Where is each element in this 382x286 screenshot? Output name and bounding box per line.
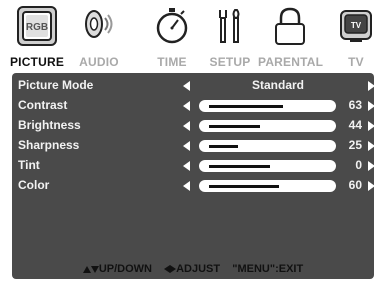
navigate-hint: UP/DOWN [98,263,152,275]
decrease-arrow-icon[interactable] [183,161,190,171]
decrease-arrow-icon[interactable] [183,121,190,131]
slider-fill [209,105,283,108]
tv-icon: TV [336,6,376,46]
tab-time[interactable]: TIME [150,0,194,72]
picture-settings-panel: Picture Mode Standard Contrast 63 Bright… [12,73,375,279]
picture-mode-value: Standard [252,78,305,92]
picture-mode-row[interactable]: Picture Mode Standard [12,76,375,96]
tab-setup[interactable]: SETUP [206,0,254,72]
contrast-row[interactable]: Contrast 63 [12,96,375,116]
color-label: Color [18,178,50,192]
tab-picture-label: PICTURE [9,55,65,69]
slider-fill [209,185,280,188]
slider-fill [209,165,270,168]
slider-fill [209,145,239,148]
tint-value: 0 [355,158,362,172]
brightness-row[interactable]: Brightness 44 [12,116,375,136]
key-hint-bar: UP/DOWN ADJUST "MENU":EXIT [12,263,374,275]
picture-mode-label: Picture Mode [18,78,94,92]
decrease-arrow-icon[interactable] [183,81,190,91]
decrease-arrow-icon[interactable] [183,101,190,111]
tab-picture[interactable]: RGB PICTURE [4,0,70,72]
tab-audio-label: AUDIO [79,55,119,69]
sharpness-row[interactable]: Sharpness 25 [12,136,375,156]
increase-arrow-icon[interactable] [368,141,375,151]
tab-bar: RGB PICTURE AUDIO TIME SETUP PARENTAL TV… [0,0,382,72]
increase-arrow-icon[interactable] [368,181,375,191]
adjust-hint: ADJUST [176,263,221,275]
contrast-value: 63 [348,98,362,112]
sharpness-slider[interactable] [199,140,336,152]
tint-label: Tint [18,158,40,172]
increase-arrow-icon[interactable] [368,101,375,111]
tint-row[interactable]: Tint 0 [12,156,375,176]
rgb-icon-text: RGB [26,22,48,33]
decrease-arrow-icon[interactable] [183,141,190,151]
increase-arrow-icon[interactable] [368,121,375,131]
decrease-arrow-icon[interactable] [183,181,190,191]
increase-arrow-icon[interactable] [368,81,375,91]
tint-slider[interactable] [199,160,336,172]
slider-fill [209,125,261,128]
up-arrow-icon [82,265,91,273]
color-value: 60 [348,178,362,192]
sharpness-label: Sharpness [18,138,80,152]
contrast-label: Contrast [18,98,68,112]
tools-icon [210,6,250,46]
increase-arrow-icon[interactable] [368,161,375,171]
exit-hint: "MENU":EXIT [232,263,304,275]
rgb-picture-icon: RGB [17,6,57,46]
color-slider[interactable] [199,180,336,192]
lock-icon [270,6,310,46]
tv-icon-text: TV [351,21,362,30]
tab-time-label: TIME [157,55,187,69]
tab-audio[interactable]: AUDIO [74,0,124,72]
sharpness-value: 25 [348,138,362,152]
contrast-slider[interactable] [199,100,336,112]
tab-parental-label: PARENTAL [258,55,324,69]
brightness-label: Brightness [18,118,81,132]
tab-parental[interactable]: PARENTAL [258,0,324,72]
color-row[interactable]: Color 60 [12,176,375,196]
speaker-icon [79,6,119,46]
tab-setup-label: SETUP [209,55,251,69]
brightness-slider[interactable] [199,120,336,132]
brightness-value: 44 [348,118,362,132]
tab-tv[interactable]: TV TV [336,0,376,72]
tab-tv-label: TV [348,55,364,69]
down-arrow-icon [90,265,99,273]
stopwatch-icon [152,6,192,46]
